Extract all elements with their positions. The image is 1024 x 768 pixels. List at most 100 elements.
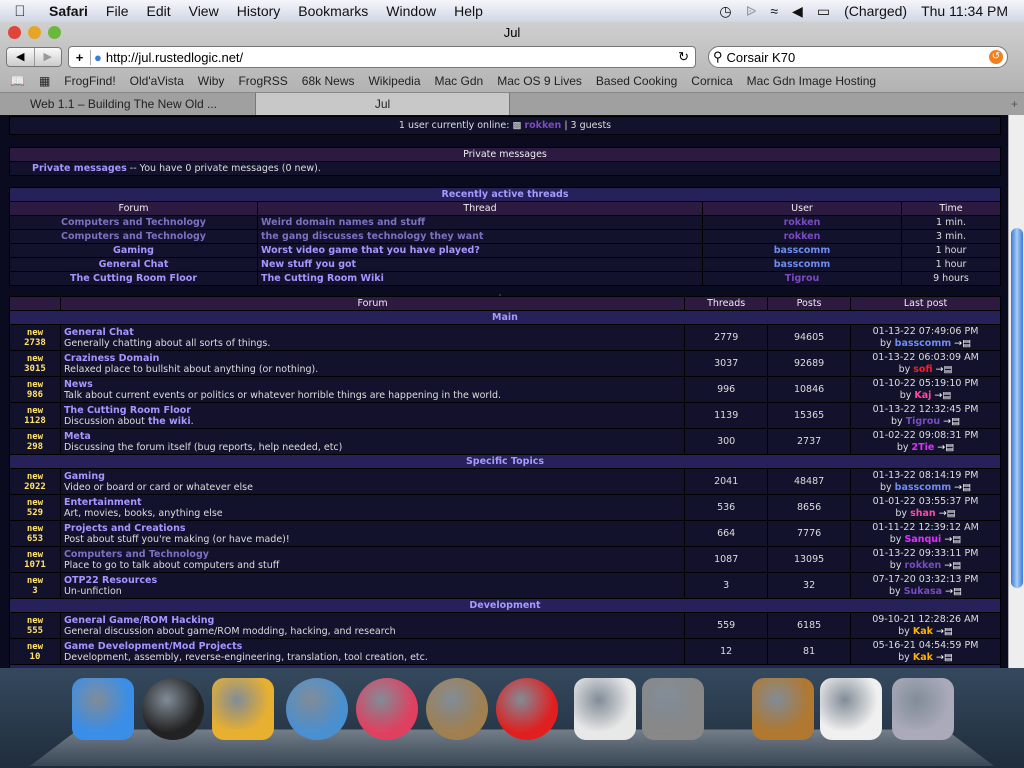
- user-link[interactable]: basscomm: [702, 243, 902, 258]
- add-bookmark-button[interactable]: +: [69, 49, 91, 65]
- document-icon[interactable]: [574, 678, 636, 740]
- last-poster-link[interactable]: Tigrou: [906, 416, 941, 427]
- reload-icon[interactable]: ↻: [678, 49, 695, 65]
- address-book-icon[interactable]: [752, 678, 814, 740]
- back-button[interactable]: ◀: [7, 48, 34, 66]
- gimp-icon[interactable]: [426, 678, 488, 740]
- user-link[interactable]: rokken: [702, 229, 902, 244]
- forum-link[interactable]: Computers and Technology: [9, 215, 258, 230]
- go-to-last-post-icon[interactable]: →▤: [951, 338, 971, 349]
- wifi-icon[interactable]: ≈: [770, 3, 778, 19]
- go-to-last-post-icon[interactable]: →▤: [933, 364, 953, 375]
- bookmarks-book-icon[interactable]: 📖: [10, 74, 25, 88]
- category-header[interactable]: Development: [9, 598, 1001, 613]
- go-to-last-post-icon[interactable]: →▤: [951, 482, 971, 493]
- wiki-link[interactable]: the wiki: [148, 416, 191, 427]
- finder-icon[interactable]: [72, 678, 134, 740]
- time-machine-icon[interactable]: ◷: [719, 3, 731, 20]
- preview-icon[interactable]: [820, 678, 882, 740]
- discord-icon[interactable]: [356, 678, 418, 740]
- battery-icon[interactable]: ▭: [817, 3, 830, 20]
- forward-button[interactable]: ▶: [33, 48, 62, 66]
- forum-link[interactable]: General Game/ROM Hacking: [64, 615, 681, 626]
- tab[interactable]: Web 1.1 – Building The New Old ...: [0, 93, 255, 115]
- bookmark-item[interactable]: FrogFind!: [64, 74, 115, 88]
- thread-link[interactable]: Weird domain names and stuff: [257, 215, 703, 230]
- forum-link[interactable]: Projects and Creations: [64, 523, 681, 534]
- bookmark-item[interactable]: Old'aVista: [130, 74, 184, 88]
- thread-link[interactable]: The Cutting Room Wiki: [257, 271, 703, 286]
- clock[interactable]: Thu 11:34 PM: [921, 3, 1008, 19]
- menu-edit[interactable]: Edit: [137, 3, 179, 19]
- close-button[interactable]: [8, 26, 21, 39]
- forum-link[interactable]: OTP22 Resources: [64, 575, 681, 586]
- youtube-icon[interactable]: [496, 678, 558, 740]
- minimize-button[interactable]: [28, 26, 41, 39]
- bookmark-item[interactable]: Mac OS 9 Lives: [497, 74, 582, 88]
- top-sites-icon[interactable]: ▦: [39, 74, 50, 88]
- forum-link[interactable]: Craziness Domain: [64, 353, 681, 364]
- go-to-last-post-icon[interactable]: →▤: [941, 534, 961, 545]
- volume-icon[interactable]: ◀: [792, 3, 803, 20]
- trash-icon[interactable]: [892, 678, 954, 740]
- thread-link[interactable]: the gang discusses technology they want: [257, 229, 703, 244]
- menu-history[interactable]: History: [228, 3, 290, 19]
- user-link[interactable]: rokken: [702, 215, 902, 230]
- forum-link[interactable]: Gaming: [9, 243, 258, 258]
- battery-status[interactable]: (Charged): [844, 3, 907, 19]
- bookmark-item[interactable]: Wiby: [198, 74, 225, 88]
- online-user-link[interactable]: rokken: [524, 120, 561, 131]
- url-field[interactable]: http://jul.rustedlogic.net/: [102, 50, 678, 65]
- bookmark-item[interactable]: Based Cooking: [596, 74, 677, 88]
- last-poster-link[interactable]: 2Tie: [912, 442, 935, 453]
- search-icon[interactable]: ⚲: [713, 49, 723, 65]
- snapback-icon[interactable]: ↺: [989, 50, 1003, 64]
- forum-link[interactable]: Meta: [64, 431, 681, 442]
- go-to-last-post-icon[interactable]: →▤: [933, 652, 953, 663]
- last-poster-link[interactable]: Sukasa: [904, 586, 942, 597]
- menu-window[interactable]: Window: [377, 3, 445, 19]
- bookmark-item[interactable]: Mac Gdn Image Hosting: [747, 74, 876, 88]
- category-header[interactable]: Main: [9, 310, 1001, 325]
- bookmark-item[interactable]: Mac Gdn: [435, 74, 484, 88]
- new-tab-button[interactable]: +: [1011, 93, 1024, 115]
- forum-link[interactable]: Entertainment: [64, 497, 681, 508]
- pm-link[interactable]: Private messages: [32, 163, 127, 174]
- forum-link[interactable]: News: [64, 379, 681, 390]
- go-to-last-post-icon[interactable]: →▤: [931, 390, 951, 401]
- tab[interactable]: Jul: [255, 93, 510, 115]
- bookmark-item[interactable]: FrogRSS: [238, 74, 287, 88]
- last-poster-link[interactable]: Kaj: [914, 390, 931, 401]
- last-poster-link[interactable]: shan: [910, 508, 936, 519]
- system-preferences-icon[interactable]: [642, 678, 704, 740]
- scroll-thumb[interactable]: [1011, 228, 1023, 588]
- safari-icon[interactable]: [212, 678, 274, 740]
- go-to-last-post-icon[interactable]: →▤: [940, 416, 960, 427]
- go-to-last-post-icon[interactable]: →▤: [941, 560, 961, 571]
- last-poster-link[interactable]: basscomm: [895, 482, 951, 493]
- dashboard-icon[interactable]: [142, 678, 204, 740]
- go-to-last-post-icon[interactable]: →▤: [942, 586, 962, 597]
- menu-file[interactable]: File: [97, 3, 138, 19]
- forum-link[interactable]: The Cutting Room Floor: [9, 271, 258, 286]
- apple-icon[interactable]: : [0, 3, 40, 20]
- bluetooth-icon[interactable]: ᐉ: [746, 3, 757, 20]
- zoom-button[interactable]: [48, 26, 61, 39]
- category-header[interactable]: Specific Topics: [9, 454, 1001, 469]
- last-poster-link[interactable]: basscomm: [895, 338, 951, 349]
- menu-view[interactable]: View: [180, 3, 228, 19]
- menu-help[interactable]: Help: [445, 3, 492, 19]
- menu-app[interactable]: Safari: [40, 3, 97, 19]
- forum-link[interactable]: Computers and Technology: [64, 549, 681, 560]
- bookmark-item[interactable]: 68k News: [302, 74, 355, 88]
- go-to-last-post-icon[interactable]: →▤: [934, 442, 954, 453]
- user-link[interactable]: basscomm: [702, 257, 902, 272]
- scrollbar[interactable]: [1008, 115, 1024, 668]
- network-globe-icon[interactable]: [286, 678, 348, 740]
- go-to-last-post-icon[interactable]: →▤: [933, 626, 953, 637]
- forum-link[interactable]: General Chat: [64, 327, 681, 338]
- last-poster-link[interactable]: Kak: [913, 626, 933, 637]
- last-poster-link[interactable]: Kak: [913, 652, 933, 663]
- forum-link[interactable]: Game Development/Mod Projects: [64, 641, 681, 652]
- last-poster-link[interactable]: rokken: [904, 560, 941, 571]
